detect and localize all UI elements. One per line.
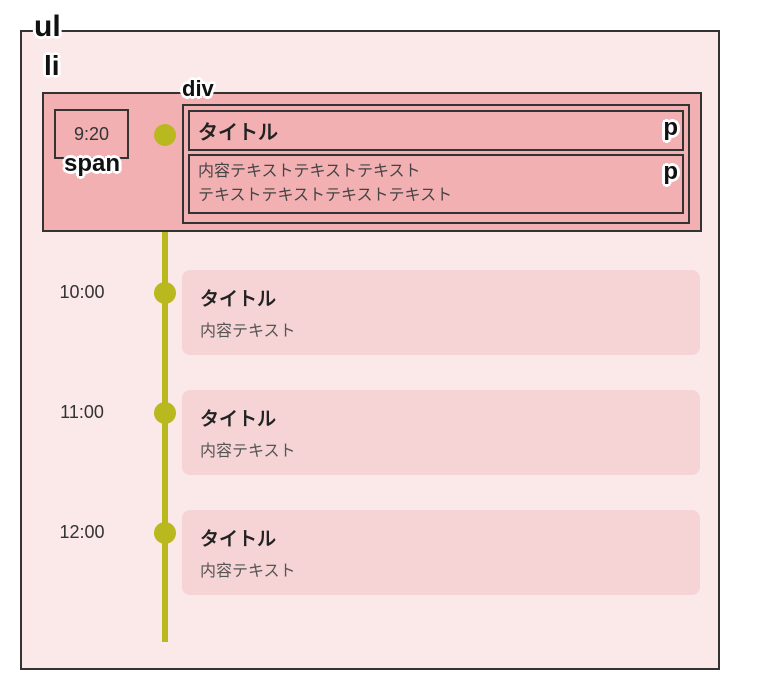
timeline-marker-icon [154,402,176,424]
diagram-canvas: ul li span div p p 9:20 タイトル 内容テキストテキストテ… [0,0,770,684]
time-label: 12:00 [59,522,104,543]
time-span-box: 9:20 [54,109,129,159]
timeline-marker-icon [154,282,176,304]
timeline-marker-icon [154,124,176,146]
item-body: 内容テキスト [200,437,682,461]
ul-container: ul li span div p p 9:20 タイトル 内容テキストテキストテ… [20,30,720,670]
li-annotation: li [44,50,60,82]
time-label: 10:00 [59,282,104,303]
item-body: 内容テキスト [200,557,682,581]
ul-annotation: ul [34,10,61,44]
timeline-item: タイトル 内容テキスト [182,510,700,595]
time-label: 9:20 [74,124,109,145]
body-p-box: 内容テキストテキストテキスト テキストテキストテキストテキスト [188,154,684,214]
item-title: タイトル [200,524,682,551]
item-title: タイトル [200,284,682,311]
timeline-item: タイトル 内容テキスト [182,390,700,475]
timeline-marker-icon [154,522,176,544]
item-body: 内容テキスト [200,317,682,341]
time-label: 11:00 [60,402,104,423]
timeline-item-highlighted: 9:20 タイトル 内容テキストテキストテキスト テキストテキストテキストテキス… [42,92,702,232]
content-div-box: タイトル 内容テキストテキストテキスト テキストテキストテキストテキスト [182,104,690,224]
timeline-item: タイトル 内容テキスト [182,270,700,355]
title-p-box: タイトル [188,110,684,151]
item-title: タイトル [200,404,682,431]
